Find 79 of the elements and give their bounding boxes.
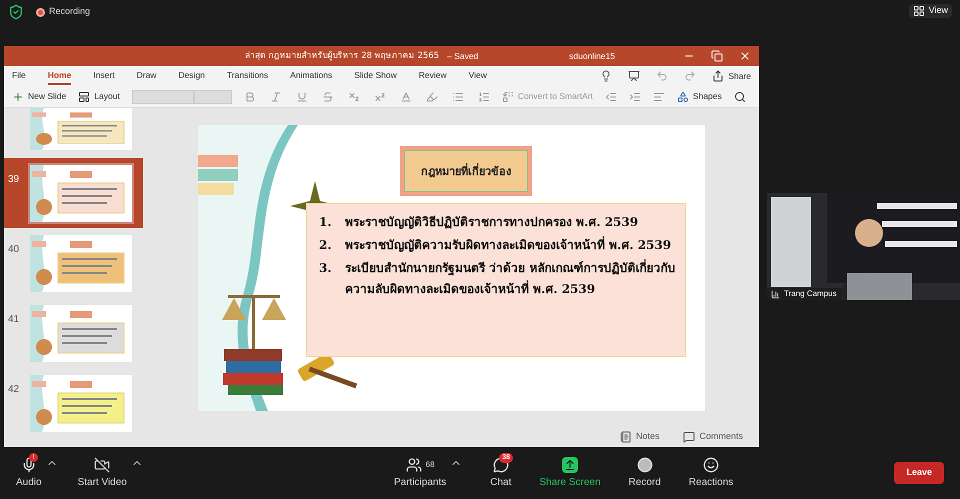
font-size-field[interactable]	[194, 90, 232, 104]
comments-button[interactable]: Comments	[683, 430, 743, 444]
shapes-icon	[676, 90, 689, 102]
layout-button[interactable]: Layout	[78, 90, 120, 103]
item-number: 3.	[319, 260, 333, 277]
record-icon	[636, 456, 653, 472]
leave-button[interactable]: Leave	[894, 462, 944, 484]
bold-icon[interactable]	[244, 90, 256, 102]
italic-icon[interactable]	[270, 90, 282, 102]
view-button[interactable]: View	[908, 4, 952, 18]
undo-icon[interactable]	[656, 70, 668, 82]
list-item-text: พระราชบัญญัติความรับผิดทางละเมิดของเจ้าหน้าที่ พ.ศ. 2539	[345, 235, 672, 254]
thumbnail-item[interactable]: 42	[4, 368, 143, 438]
record-button[interactable]: Record	[628, 456, 661, 490]
thumbnail-item[interactable]: 39	[4, 158, 143, 228]
shapes-button[interactable]: Shapes	[676, 90, 722, 103]
search-icon[interactable]	[734, 90, 746, 102]
ribbon-tab[interactable]: Review	[418, 66, 447, 86]
subscript-icon[interactable]	[348, 90, 360, 102]
redo-icon[interactable]	[684, 70, 696, 82]
decrease-indent-icon[interactable]	[604, 90, 617, 102]
signal-icon	[771, 290, 780, 298]
highlighter-icon[interactable]	[426, 90, 438, 102]
lightbulb-icon[interactable]	[600, 70, 612, 82]
shield-icon[interactable]	[8, 4, 24, 20]
presentation-icon[interactable]	[628, 70, 640, 82]
list-item-text: ระเบียบสำนักนายกรัฐมนตรี ว่าด้วย หลักเกณฑ์การปฏิบัติเกี่ยวกับความลับผิดทางละเมิดของเจ้าหน้าที่ พ.ศ. 2539	[345, 258, 676, 298]
slide-number: 42	[8, 384, 20, 395]
ribbon-tab[interactable]: Insert	[93, 66, 115, 86]
participants-button[interactable]: 68 Participants	[394, 456, 446, 490]
ribbon-tab[interactable]: Slide Show	[354, 66, 397, 86]
grid-icon	[912, 4, 925, 17]
save-status: – Saved	[447, 50, 478, 62]
item-number: 1.	[319, 214, 333, 231]
ribbon-tab[interactable]: Draw	[136, 66, 156, 86]
restore-icon[interactable]	[711, 50, 723, 62]
superscript-icon[interactable]	[374, 90, 386, 102]
camera-off-icon	[94, 456, 110, 472]
increase-indent-icon[interactable]	[628, 90, 641, 102]
ribbon-tab[interactable]: Design	[178, 66, 205, 86]
notes-button[interactable]: Notes	[620, 430, 660, 444]
close-icon[interactable]	[739, 50, 751, 62]
participant-count: 68	[426, 458, 435, 470]
font-color-icon[interactable]	[400, 90, 412, 102]
microphone-icon	[20, 456, 37, 472]
user-name: sduonline15	[569, 50, 615, 62]
ribbon-tab[interactable]: Animations	[290, 66, 332, 86]
strikethrough-icon[interactable]	[322, 90, 334, 102]
ribbon-tab[interactable]: Transitions	[226, 66, 268, 86]
new-slide-button[interactable]: New Slide	[12, 90, 66, 103]
notes-icon	[620, 431, 632, 443]
numbering-icon[interactable]	[478, 90, 490, 102]
recording-label: Recording	[49, 5, 90, 18]
slide-number: 40	[8, 244, 20, 255]
slide-number: 39	[8, 174, 20, 185]
comment-icon	[683, 431, 696, 443]
thumbnail-item[interactable]: 40	[4, 228, 143, 298]
underline-icon[interactable]	[296, 90, 308, 102]
people-icon	[406, 456, 422, 472]
share-icon	[712, 70, 724, 82]
slide-number: 41	[8, 314, 20, 325]
layout-icon	[78, 90, 90, 102]
reactions-button[interactable]: Reactions	[688, 456, 734, 490]
smiley-icon	[703, 456, 720, 472]
align-icon[interactable]	[652, 90, 665, 102]
plus-icon	[12, 90, 24, 102]
share-button[interactable]: Share	[712, 70, 751, 82]
slide-heading: กฎหมายที่เกี่ยวข้อง	[421, 165, 511, 178]
font-field[interactable]	[132, 90, 194, 104]
item-number: 2.	[319, 237, 333, 254]
thumbnail-item[interactable]: 41	[4, 298, 143, 368]
share-screen-button[interactable]: Share Screen	[539, 456, 601, 490]
ribbon-tab[interactable]: View	[468, 66, 487, 86]
start-video-button[interactable]: Start Video	[78, 456, 127, 490]
ribbon-tab[interactable]: File	[12, 66, 26, 86]
document-title: ล่าสุด กฎหมายสำหรับผู้บริหาร 28 พฤษภาคม 2565	[244, 50, 440, 62]
smartart-icon	[502, 90, 514, 102]
participant-name: Trang Campus	[784, 288, 837, 300]
list-item-text: พระราชบัญญัติวิธีปฏิบัติราชการทางปกครอง พ.ศ. 2539	[345, 214, 638, 231]
